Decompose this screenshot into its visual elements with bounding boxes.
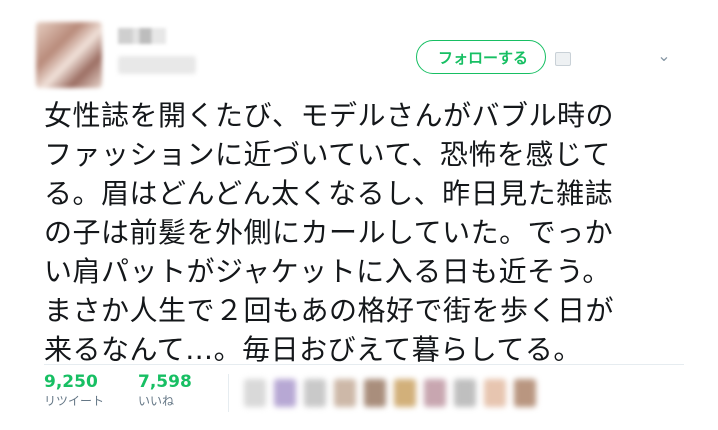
retweet-stat[interactable]: 9,250 リツイート [44,372,104,410]
divider [44,364,684,365]
tweet-text: 女性誌を開くたび、モデルさんがバブル時の ファッションに近づいていて、恐怖を感じ… [44,99,615,366]
stats-separator [228,374,229,412]
liker-avatar[interactable] [364,379,386,407]
like-stat[interactable]: 7,598 いいね [138,372,192,410]
liker-avatar[interactable] [304,379,326,407]
display-name-redacted[interactable] [118,28,166,44]
like-count: 7,598 [138,372,192,392]
liker-avatar[interactable] [454,379,476,407]
profile-card-icon[interactable] [555,52,571,66]
retweet-count: 9,250 [44,372,98,392]
liker-avatar[interactable] [394,379,416,407]
liker-avatar[interactable] [334,379,356,407]
chevron-down-icon[interactable]: ⌄ [654,48,674,64]
liker-avatar[interactable] [484,379,506,407]
retweet-label: リツイート [44,394,105,408]
follow-button[interactable]: フォローする [416,40,546,74]
liker-avatar[interactable] [274,379,296,407]
follow-button-label: フォローする [437,48,528,67]
like-label: いいね [138,394,175,408]
tweet-card: フォローする ⌄ 女性誌を開くたび、モデルさんがバブル時の ファッションに近づい… [0,0,718,430]
liker-avatars [244,376,544,410]
username-redacted[interactable] [118,56,196,74]
liker-avatar[interactable] [244,379,266,407]
liker-avatar[interactable] [514,379,536,407]
liker-avatar[interactable] [424,379,446,407]
avatar[interactable] [36,22,102,88]
